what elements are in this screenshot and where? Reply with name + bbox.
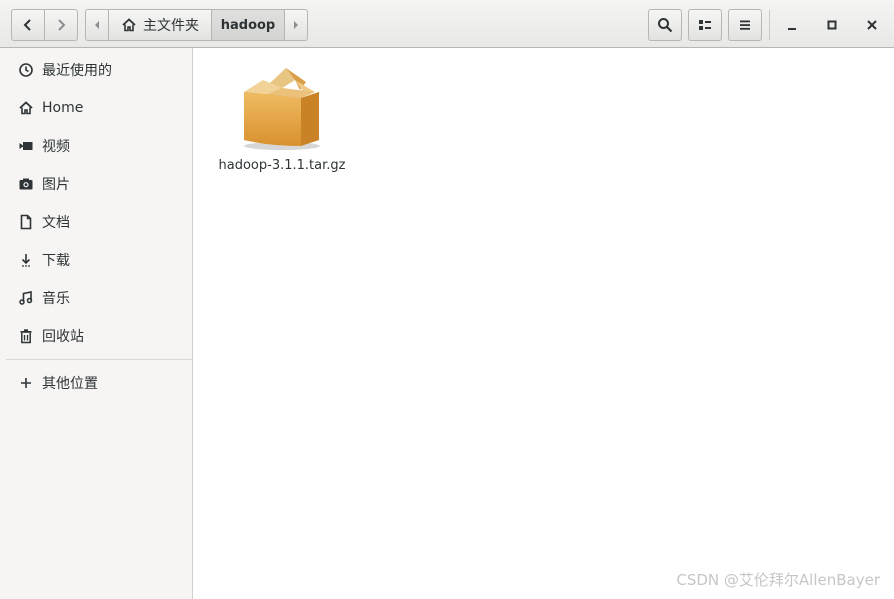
path-current-label: hadoop [220,17,276,33]
sidebar: 最近使用的 Home 视频 图片 文档 下载 音乐 回收站 其他位置 [0,48,193,599]
sidebar-item-downloads[interactable]: 下载 [0,243,192,277]
search-icon [658,18,673,33]
sidebar-item-music[interactable]: 音乐 [0,281,192,315]
sidebar-item-other-locations[interactable]: 其他位置 [0,366,192,400]
header-separator [769,10,770,40]
path-current-button[interactable]: hadoop [211,9,285,41]
forward-button[interactable] [44,9,78,41]
file-name-label: hadoop-3.1.1.tar.gz [218,158,346,173]
path-scroll-right-button[interactable] [284,9,308,41]
package-archive-icon [244,68,320,150]
camera-icon [18,176,34,192]
music-icon [18,290,34,306]
view-toggle-button[interactable] [688,9,722,41]
path-scroll-left-button[interactable] [85,9,109,41]
maximize-icon [827,20,837,30]
chevron-right-icon [58,19,66,31]
plus-icon [18,375,34,391]
close-button[interactable] [856,9,888,41]
sidebar-item-documents[interactable]: 文档 [0,205,192,239]
download-icon [18,252,34,268]
sidebar-item-label: 图片 [42,177,70,193]
file-manager-window: 主文件夹 hadoop 最近使用的 Home 视频 图片 文档 下载 音乐 回收… [0,0,894,599]
trash-icon [18,328,34,344]
sidebar-item-pictures[interactable]: 图片 [0,167,192,201]
sidebar-item-videos[interactable]: 视频 [0,129,192,163]
sidebar-item-home[interactable]: Home [0,91,192,125]
sidebar-item-label: 下载 [42,253,70,269]
sidebar-item-label: 其他位置 [42,376,98,392]
minimize-button[interactable] [776,9,808,41]
list-view-icon [699,20,711,30]
chevron-left-icon [23,19,31,31]
document-icon [18,214,34,230]
watermark-text: CSDN @艾伦拜尔AllenBayer [676,571,880,589]
back-button[interactable] [11,9,45,41]
maximize-button[interactable] [816,9,848,41]
sidebar-item-label: 文档 [42,215,70,231]
sidebar-item-recent[interactable]: 最近使用的 [0,53,192,87]
close-icon [867,20,877,30]
home-icon [122,18,136,32]
file-item[interactable]: hadoop-3.1.1.tar.gz [212,60,352,180]
sidebar-item-label: 视频 [42,139,70,155]
path-bar: 主文件夹 hadoop [85,9,308,41]
hamburger-menu-icon [740,20,750,30]
path-home-button[interactable]: 主文件夹 [108,9,212,41]
sidebar-separator [6,359,192,360]
minimize-icon [788,28,796,30]
home-icon [18,100,34,116]
file-view[interactable]: hadoop-3.1.1.tar.gz CSDN @艾伦拜尔AllenBayer [194,48,894,599]
path-home-label: 主文件夹 [143,18,199,34]
recent-clock-icon [18,62,34,78]
path-scroll-right-icon [294,21,298,29]
sidebar-item-label: 最近使用的 [42,63,112,79]
sidebar-item-label: 回收站 [42,329,84,345]
sidebar-item-trash[interactable]: 回收站 [0,319,192,353]
path-scroll-left-icon [95,21,99,29]
sidebar-item-label: 音乐 [42,291,70,307]
sidebar-item-label: Home [42,100,84,116]
video-icon [18,138,34,154]
search-button[interactable] [648,9,682,41]
menu-button[interactable] [728,9,762,41]
header-bar: 主文件夹 hadoop [0,0,894,48]
